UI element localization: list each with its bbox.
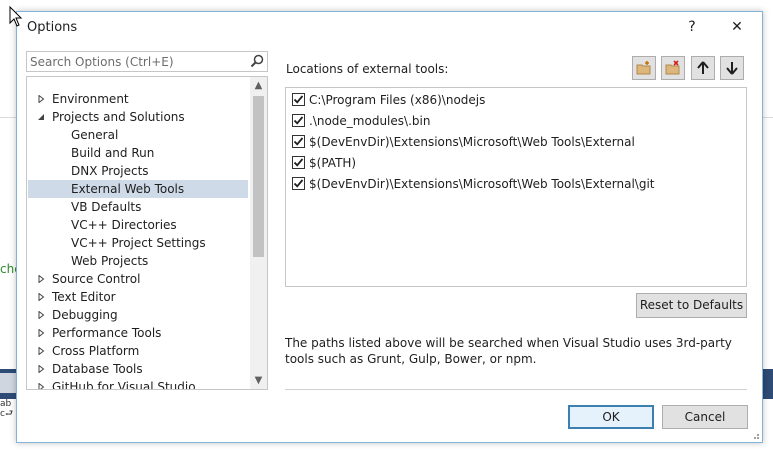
tree-item-label: Database Tools	[52, 362, 143, 376]
checkmark-icon	[293, 95, 304, 104]
ok-button[interactable]: OK	[568, 405, 654, 429]
tree-item[interactable]: Projects and Solutions	[28, 108, 248, 126]
path-checkbox[interactable]	[292, 135, 305, 148]
tree-item-label: External Web Tools	[71, 182, 185, 196]
help-button[interactable]: ?	[680, 16, 704, 38]
tree-item-label: DNX Projects	[71, 164, 149, 178]
path-checkbox[interactable]	[292, 93, 305, 106]
checkmark-icon	[293, 179, 304, 188]
collapsed-arrow-icon[interactable]	[37, 311, 45, 319]
checkmark-icon	[293, 137, 304, 146]
move-up-button[interactable]	[691, 56, 715, 80]
tree-item[interactable]: Text Editor	[28, 288, 248, 306]
tree-item-label: Web Projects	[71, 254, 149, 268]
paths-list[interactable]: C:\Program Files (x86)\nodejs .\node_modu…	[285, 87, 747, 287]
path-checkbox[interactable]	[292, 114, 305, 127]
tree-item-label: Cross Platform	[52, 344, 140, 358]
paths-description: The paths listed above will be searched …	[285, 336, 732, 366]
collapsed-arrow-icon[interactable]	[37, 275, 45, 283]
collapsed-arrow-icon[interactable]	[37, 347, 45, 355]
delete-folder-icon	[665, 60, 680, 75]
path-text: $(DevEnvDir)\Extensions\Microsoft\Web To…	[309, 177, 655, 191]
remove-folder-button[interactable]	[661, 56, 685, 80]
search-options-input[interactable]	[30, 53, 240, 70]
new-folder-button[interactable]	[632, 56, 656, 80]
tree-item-label: VB Defaults	[71, 200, 142, 214]
tree-item[interactable]: General	[28, 126, 248, 144]
tree-item[interactable]: GitHub for Visual Studio	[28, 378, 248, 390]
tree-item-label: Environment	[52, 92, 129, 106]
options-tree[interactable]: Environment Projects and Solutions General…	[26, 76, 268, 390]
checkmark-icon	[293, 116, 304, 125]
path-checkbox[interactable]	[292, 177, 305, 190]
collapsed-arrow-icon[interactable]	[37, 365, 45, 373]
tree-item[interactable]: External Web Tools	[28, 180, 248, 198]
tree-item[interactable]: VC++ Project Settings	[28, 234, 248, 252]
collapsed-arrow-icon[interactable]	[37, 383, 45, 390]
tree-item[interactable]: DNX Projects	[28, 162, 248, 180]
locations-label: Locations of external tools:	[286, 62, 449, 76]
close-button[interactable]: ✕	[725, 16, 749, 38]
tree-item[interactable]: Web Projects	[28, 252, 248, 270]
tree-item-label: GitHub for Visual Studio	[52, 380, 196, 390]
tree-item[interactable]: VC++ Directories	[28, 216, 248, 234]
dialog-title: Options	[27, 20, 78, 35]
resize-grip-icon[interactable]	[750, 430, 760, 440]
checkmark-icon	[293, 158, 304, 167]
tree-scrollbar[interactable]: ▲ ▼	[250, 77, 267, 389]
path-checkbox[interactable]	[292, 156, 305, 169]
expanded-arrow-icon[interactable]	[37, 113, 45, 121]
search-icon[interactable]	[250, 54, 264, 68]
tree-item[interactable]: Database Tools	[28, 360, 248, 378]
tree-item-label: Source Control	[52, 272, 141, 286]
search-options-box[interactable]	[26, 51, 268, 72]
arrow-up-icon	[697, 61, 709, 74]
collapsed-arrow-icon[interactable]	[37, 293, 45, 301]
tree-item[interactable]: Cross Platform	[28, 342, 248, 360]
tree-item[interactable]: Debugging	[28, 306, 248, 324]
tree-item-label: Build and Run	[71, 146, 155, 160]
path-text: C:\Program Files (x86)\nodejs	[309, 93, 486, 107]
scroll-up-icon[interactable]: ▲	[250, 77, 267, 94]
footer-divider	[285, 389, 747, 390]
collapsed-arrow-icon[interactable]	[37, 95, 45, 103]
new-folder-icon	[636, 61, 651, 75]
tree-item[interactable]: Environment	[28, 90, 248, 108]
arrow-down-icon	[726, 62, 738, 75]
tree-item-label: Debugging	[52, 308, 118, 322]
reset-to-defaults-button[interactable]: Reset to Defaults	[636, 293, 747, 318]
options-dialog: Options ? ✕ Environment Projects and Solu…	[16, 11, 763, 443]
cancel-button[interactable]: Cancel	[662, 405, 748, 429]
tree-item-label: Projects and Solutions	[52, 110, 185, 124]
tree-item[interactable]: Performance Tools	[28, 324, 248, 342]
tree-item-label: VC++ Project Settings	[71, 236, 206, 250]
scroll-down-icon[interactable]: ▼	[250, 372, 267, 389]
move-down-button[interactable]	[720, 56, 744, 80]
tree-item-label: Text Editor	[52, 290, 116, 304]
path-text: $(DevEnvDir)\Extensions\Microsoft\Web To…	[309, 135, 635, 149]
tree-item[interactable]: VB Defaults	[28, 198, 248, 216]
path-text: .\node_modules\.bin	[309, 114, 431, 128]
tree-item-label: General	[71, 128, 119, 142]
mouse-cursor-icon	[9, 6, 23, 27]
path-text: $(PATH)	[309, 156, 357, 170]
tree-item[interactable]: Source Control	[28, 270, 248, 288]
tree-item[interactable]: Build and Run	[28, 144, 248, 162]
scroll-thumb[interactable]	[253, 96, 264, 257]
tree-item-label: VC++ Directories	[71, 218, 177, 232]
collapsed-arrow-icon[interactable]	[37, 329, 45, 337]
tree-item-label: Performance Tools	[52, 326, 162, 340]
background-toolbar-icon: ab c⮐	[0, 399, 14, 419]
